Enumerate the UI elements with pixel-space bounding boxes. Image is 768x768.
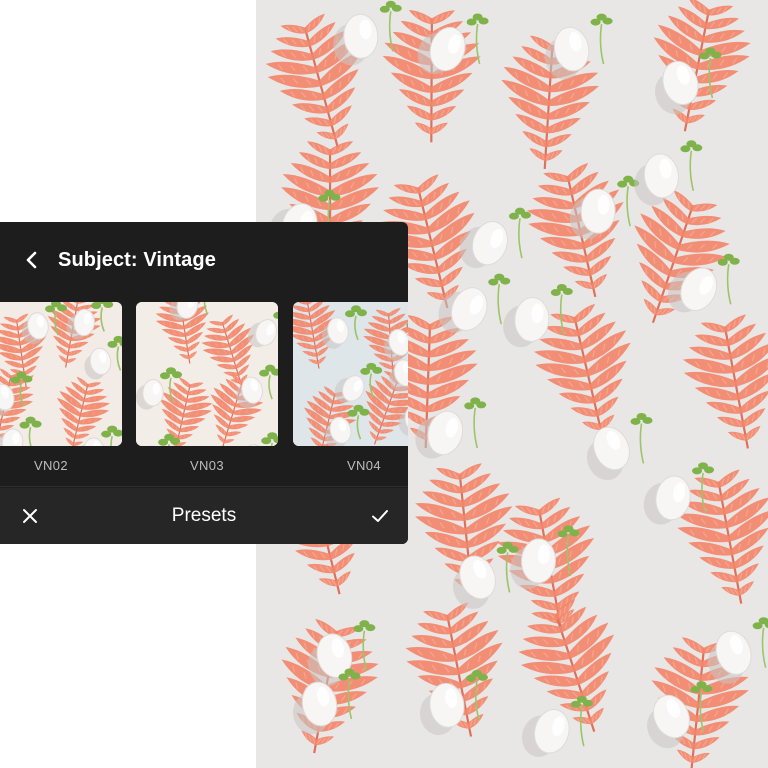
divider (0, 486, 408, 487)
preset-vn02[interactable]: VN02 (0, 302, 122, 480)
preset-label: VN03 (189, 458, 225, 473)
footer-title: Presets (171, 505, 237, 526)
preset-label: VN02 (33, 458, 69, 473)
preset-vn03[interactable]: VN03 (136, 302, 278, 480)
panel-header: Subject: Vintage (0, 222, 408, 298)
preset-vn04[interactable]: VN04 (293, 302, 408, 480)
panel-footer: Presets (0, 488, 408, 544)
chevron-left-icon (26, 251, 37, 269)
confirm-button[interactable] (358, 494, 402, 538)
panel-title: Subject: Vintage (58, 248, 216, 271)
presets-panel: Subject: Vintage VN02 VN03 VN04 Presets (0, 222, 408, 544)
preset-thumbnail-image (293, 302, 408, 446)
preset-thumbnails: VN02 VN03 VN04 (0, 302, 408, 480)
preset-thumbnail-image (0, 302, 122, 446)
checkmark-icon (372, 510, 388, 522)
preset-thumbnail-image (136, 302, 278, 446)
back-button[interactable] (10, 238, 54, 282)
preset-label: VN04 (346, 458, 382, 473)
